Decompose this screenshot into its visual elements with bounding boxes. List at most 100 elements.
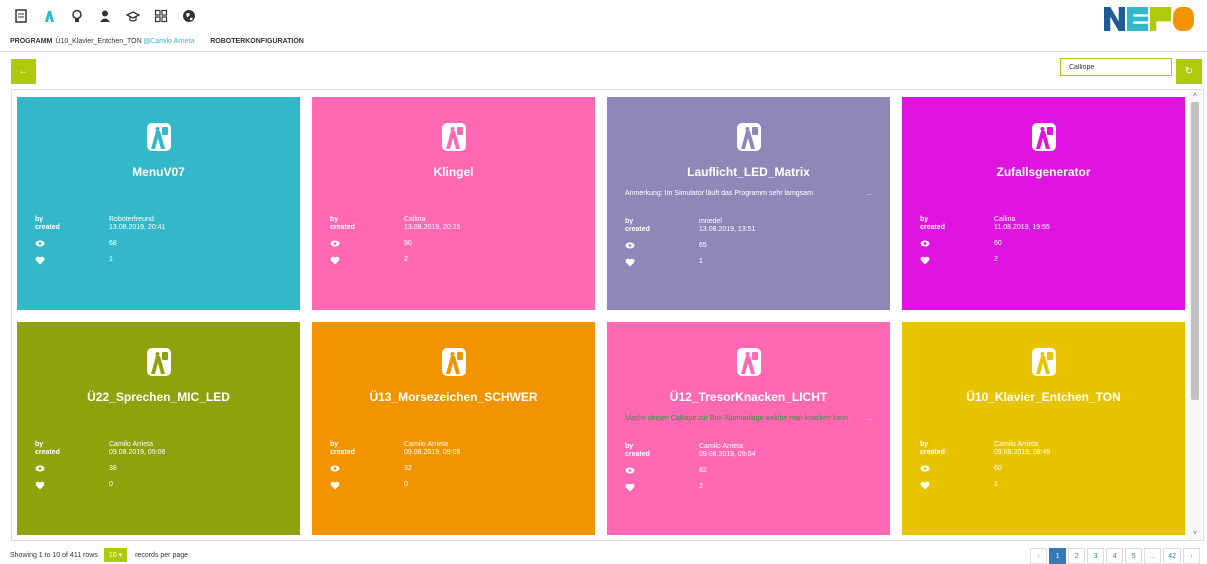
- created-row: created 13.08.2019, 20:25: [330, 224, 460, 240]
- robot-icon: [146, 348, 171, 376]
- author-row: by Camilo Arrieta: [330, 441, 460, 449]
- card-meta: by Camilo Arrieta created 09.08.2019, 09…: [330, 441, 460, 497]
- caret-down-icon: ▾: [118, 552, 123, 559]
- program-card[interactable]: MenuV07 by Roboterfreund created 13.08.2…: [17, 97, 300, 310]
- heart-icon: [920, 481, 930, 490]
- views-row: 82: [625, 467, 755, 483]
- author-name: Camilo Arrieta: [109, 441, 153, 448]
- program-card[interactable]: Ü13_Morsezeichen_SCHWER by Camilo Arriet…: [312, 322, 595, 535]
- views-row: 68: [35, 240, 165, 256]
- card-title: Ü10_Klavier_Entchen_TON: [966, 390, 1121, 404]
- created-label: created: [920, 449, 945, 456]
- created-row: created 09.08.2019, 08:49: [920, 449, 1050, 465]
- robot-icon[interactable]: [39, 7, 59, 25]
- view-count: 38: [109, 465, 117, 472]
- likes-row: 2: [920, 256, 1050, 272]
- back-button[interactable]: ←: [11, 59, 36, 84]
- page-button[interactable]: 3: [1087, 548, 1105, 564]
- created-row: created 09.08.2019, 09:06: [35, 449, 165, 465]
- program-card[interactable]: Klingel by Callina created 13.08.2019, 2…: [312, 97, 595, 310]
- next-page-button[interactable]: ›: [1183, 548, 1200, 564]
- card-meta: by Callina created 13.08.2019, 20:25 90 …: [330, 216, 460, 272]
- program-card[interactable]: Ü10_Klavier_Entchen_TON by Camilo Arriet…: [902, 322, 1185, 535]
- created-row: created 11.08.2019, 19:55: [920, 224, 1050, 240]
- app: PROGRAMM Ü10_Klavier_Entchen_TON ▤Camilo…: [0, 0, 1207, 564]
- graduation-cap-icon[interactable]: [123, 7, 143, 25]
- page-button[interactable]: 2: [1068, 548, 1086, 564]
- heart-icon: [625, 258, 635, 267]
- robot-icon: [441, 348, 466, 376]
- gallery-scrollbar[interactable]: ˄ ˅: [1188, 90, 1202, 540]
- created-date: 13.08.2019, 13:51: [699, 226, 756, 233]
- refresh-button[interactable]: ↻: [1176, 59, 1202, 84]
- page-button[interactable]: 4: [1106, 548, 1124, 564]
- program-card[interactable]: Zufallsgenerator by Callina created 11.0…: [902, 97, 1185, 310]
- program-card[interactable]: Ü12_TresorKnacken_LICHT Mache deinen Cal…: [607, 322, 890, 535]
- page-button[interactable]: 5: [1125, 548, 1143, 564]
- card-remark: Anmerkung: Im Simulator läuft das Progra…: [625, 189, 872, 198]
- author-name: Callina: [994, 216, 1016, 223]
- page-button[interactable]: 42: [1163, 548, 1181, 564]
- author-row: by Camilo Arrieta: [625, 443, 755, 451]
- program-card[interactable]: Ü22_Sprechen_MIC_LED by Camilo Arrieta c…: [17, 322, 300, 535]
- view-count: 68: [109, 240, 117, 247]
- program-card[interactable]: Lauflicht_LED_Matrix Anmerkung: Im Simul…: [607, 97, 890, 310]
- nepo-logo: [1104, 7, 1194, 31]
- robot-icon: [441, 123, 466, 151]
- like-count: 2: [404, 256, 408, 263]
- list-icon[interactable]: [11, 7, 31, 25]
- page-button[interactable]: 1: [1049, 548, 1067, 564]
- current-user[interactable]: ▤Camilo Arrieta: [144, 37, 195, 45]
- user-icon[interactable]: [95, 7, 115, 25]
- created-row: created 13.08.2019, 13:51: [625, 226, 755, 242]
- globe-icon[interactable]: [179, 7, 199, 25]
- by-label: by: [35, 441, 44, 448]
- likes-row: 1: [35, 256, 165, 272]
- by-label: by: [35, 216, 44, 223]
- views-row: 65: [625, 242, 755, 258]
- card-meta: by Camilo Arrieta created 09.08.2019, 09…: [35, 441, 165, 497]
- likes-row: 1: [920, 481, 1050, 497]
- grid-icon[interactable]: [151, 7, 171, 25]
- program-name[interactable]: Ü10_Klavier_Entchen_TON: [55, 38, 141, 45]
- logo-letter-n: [1104, 7, 1125, 31]
- logo-letter-p: [1150, 7, 1171, 31]
- author-name: Camilo Arrieta: [994, 441, 1038, 448]
- view-count: 90: [404, 240, 412, 247]
- card-remark: Mache deinen Calliope zur Box-Alarmanlag…: [625, 414, 872, 423]
- author-row: by Callina: [330, 216, 460, 224]
- author-name: Camilo Arrieta: [404, 441, 448, 448]
- created-row: created 09.08.2019, 09:05: [330, 449, 460, 465]
- views-row: 60: [920, 240, 1050, 256]
- created-date: 09.08.2019, 09:05: [404, 449, 461, 456]
- search-input[interactable]: [1060, 58, 1172, 76]
- bulb-icon[interactable]: [67, 7, 87, 25]
- created-date: 13.08.2019, 20:25: [404, 224, 461, 231]
- views-row: 90: [330, 240, 460, 256]
- scroll-up-icon[interactable]: ˄: [1188, 90, 1202, 102]
- prev-page-button[interactable]: ‹: [1030, 548, 1048, 564]
- robot-icon: [736, 348, 761, 376]
- like-count: 0: [404, 481, 408, 488]
- created-date: 09.08.2019, 08:49: [994, 449, 1051, 456]
- robot-icon: [1031, 123, 1056, 151]
- card-title: Ü12_TresorKnacken_LICHT: [669, 390, 828, 404]
- scroll-down-icon[interactable]: ˅: [1188, 528, 1202, 540]
- card-meta: by Camilo Arrieta created 09.08.2019, 08…: [920, 441, 1050, 497]
- card-meta: by Camilo Arrieta created 09.08.2019, 09…: [625, 443, 755, 499]
- robot-icon: [146, 123, 171, 151]
- breadcrumb: PROGRAMM Ü10_Klavier_Entchen_TON ▤Camilo…: [10, 37, 304, 46]
- menu-icons: [11, 7, 207, 25]
- page-size-select[interactable]: 10 ▾: [103, 548, 128, 562]
- views-row: 60: [920, 465, 1050, 481]
- logo-letter-o: [1173, 7, 1194, 31]
- created-label: created: [625, 451, 650, 458]
- created-row: created 13.08.2019, 20:41: [35, 224, 165, 240]
- by-label: by: [625, 443, 634, 450]
- records-per-page-label: records per page: [135, 551, 189, 559]
- created-date: 09.08.2019, 09:04: [699, 451, 756, 458]
- scroll-thumb[interactable]: [1191, 102, 1199, 400]
- robot-config-tab[interactable]: ROBOTERKONFIGURATION: [210, 38, 304, 45]
- heart-icon: [920, 256, 930, 265]
- remark-text: Mache deinen Calliope zur Box-Alarmanlag…: [625, 415, 850, 422]
